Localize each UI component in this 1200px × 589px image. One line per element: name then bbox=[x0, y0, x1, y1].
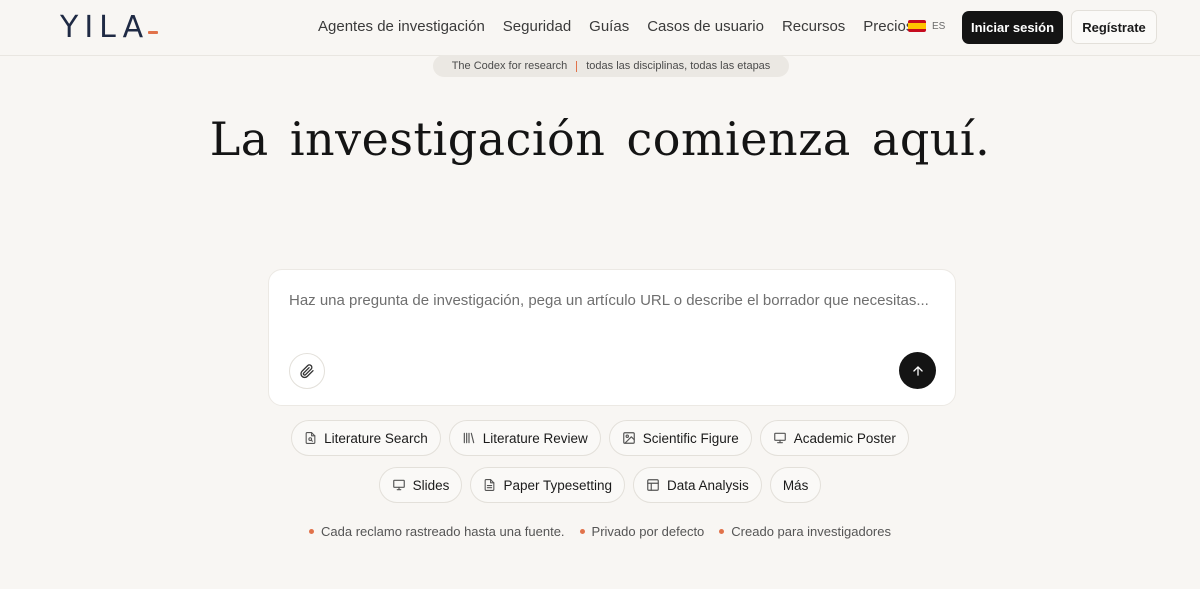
chip-scientific-figure[interactable]: Scientific Figure bbox=[608, 420, 752, 456]
bullet-dot-icon bbox=[579, 529, 585, 534]
chip-label: Data Analysis bbox=[667, 477, 749, 493]
feature-item: Creado para investigadores bbox=[719, 524, 891, 539]
hero-title: La investigación comienza aquí. bbox=[209, 112, 991, 166]
arrow-up-icon bbox=[912, 365, 923, 376]
chip-label: Más bbox=[782, 477, 809, 493]
chip-label: Academic Poster bbox=[793, 430, 896, 446]
chip-label: Literature Review bbox=[482, 430, 588, 446]
language-selector[interactable]: ES bbox=[908, 20, 945, 32]
spain-flag-icon bbox=[908, 20, 926, 32]
chip-more[interactable]: Más bbox=[769, 467, 822, 503]
pill-left-text: The Codex for research bbox=[451, 60, 568, 72]
monitor-icon bbox=[392, 479, 405, 491]
chip-paper-typesetting[interactable]: Paper Typesetting bbox=[470, 467, 626, 503]
feature-item: Privado por defecto bbox=[579, 524, 705, 539]
feature-label: Creado para investigadores bbox=[731, 524, 891, 539]
tool-chips-row-2: Slides Paper Typesetting Data Analysis M… bbox=[0, 467, 1200, 503]
feature-item: Cada reclamo rastreado hasta una fuente. bbox=[309, 524, 565, 539]
chip-literature-review[interactable]: Literature Review bbox=[448, 420, 601, 456]
table-icon bbox=[647, 479, 659, 491]
yila-logo[interactable]: YILA bbox=[60, 9, 158, 45]
bullet-dot-icon bbox=[719, 529, 725, 534]
logo-accent-mark bbox=[148, 31, 158, 34]
top-header: YILA Agentes de investigación Seguridad … bbox=[0, 0, 1200, 56]
paperclip-icon[interactable] bbox=[289, 353, 325, 389]
feature-list: Cada reclamo rastreado hasta una fuente.… bbox=[0, 524, 1200, 539]
document-search-icon bbox=[305, 432, 316, 444]
books-icon bbox=[463, 432, 474, 444]
feature-label: Cada reclamo rastreado hasta una fuente. bbox=[321, 524, 565, 539]
nav-item-precios[interactable]: Precios bbox=[863, 18, 913, 35]
send-button[interactable] bbox=[899, 352, 936, 389]
document-icon bbox=[485, 479, 495, 491]
bullet-dot-icon bbox=[309, 529, 314, 534]
login-button[interactable]: Iniciar sesión bbox=[962, 11, 1063, 44]
nav-item-agentes[interactable]: Agentes de investigación bbox=[318, 18, 485, 35]
main-nav: Agentes de investigación Seguridad Guías… bbox=[318, 18, 913, 35]
announcement-pill[interactable]: The Codex for research todas las discipl… bbox=[433, 55, 789, 77]
prompt-input[interactable] bbox=[289, 292, 939, 309]
pill-divider bbox=[576, 60, 578, 72]
prompt-box bbox=[268, 269, 956, 406]
chip-label: Literature Search bbox=[324, 430, 428, 446]
logo-text: YILA bbox=[60, 9, 150, 45]
chip-slides[interactable]: Slides bbox=[378, 467, 463, 503]
feature-label: Privado por defecto bbox=[591, 524, 705, 539]
chip-label: Paper Typesetting bbox=[503, 477, 613, 493]
nav-item-guias[interactable]: Guías bbox=[589, 18, 629, 35]
register-button[interactable]: Regístrate bbox=[1071, 10, 1157, 44]
pill-right-text: todas las disciplinas, todas las etapas bbox=[586, 60, 771, 72]
chip-literature-search[interactable]: Literature Search bbox=[291, 420, 441, 456]
nav-item-casos[interactable]: Casos de usuario bbox=[647, 18, 764, 35]
chip-label: Slides bbox=[412, 477, 450, 493]
image-icon bbox=[622, 432, 635, 444]
chip-academic-poster[interactable]: Academic Poster bbox=[759, 420, 909, 456]
chip-data-analysis[interactable]: Data Analysis bbox=[633, 467, 762, 503]
nav-item-recursos[interactable]: Recursos bbox=[782, 18, 845, 35]
nav-item-seguridad[interactable]: Seguridad bbox=[503, 18, 571, 35]
chip-label: Scientific Figure bbox=[642, 430, 739, 446]
presentation-icon bbox=[773, 432, 786, 444]
tool-chips-row-1: Literature Search Literature Review Scie… bbox=[0, 420, 1200, 456]
language-code: ES bbox=[932, 20, 946, 32]
